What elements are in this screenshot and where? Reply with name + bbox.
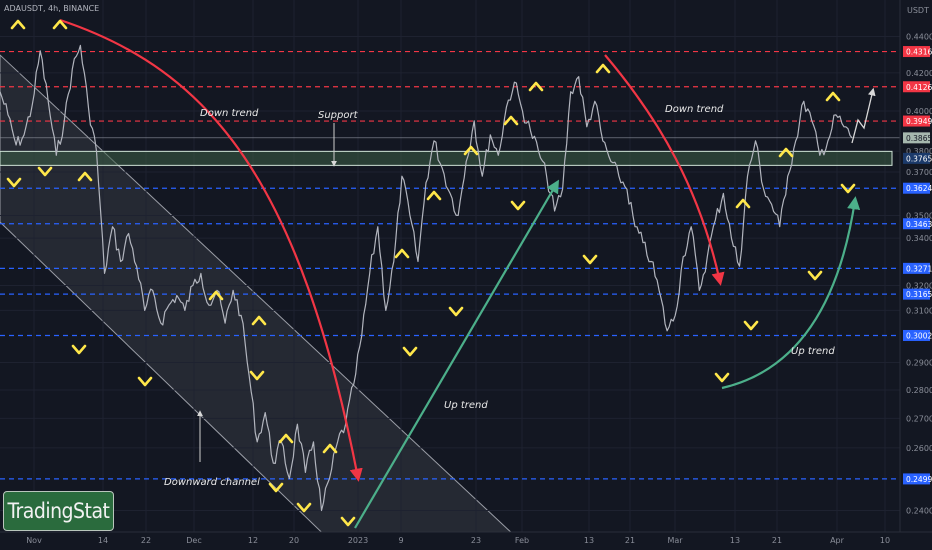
y-tick-label: 0.3400: [906, 234, 932, 243]
level-price-label: 0.3949: [906, 117, 932, 126]
x-tick-label: Apr: [830, 536, 845, 545]
x-tick-label: 13: [730, 536, 740, 545]
level-price-label: 0.3271: [906, 264, 932, 273]
swing-high-marker: [10, 19, 26, 30]
x-tick-label: 21: [625, 536, 635, 545]
x-tick-label: 22: [141, 536, 151, 545]
y-tick-label: 0.2600: [906, 444, 932, 453]
zone-price-label: 0.3765: [906, 154, 932, 163]
level-price-label: 0.3463: [906, 220, 932, 229]
x-tick-label: Feb: [515, 536, 529, 545]
x-tick-label: Dec: [186, 536, 201, 545]
swing-high-marker: [595, 63, 611, 74]
level-price-label: 0.4126: [906, 83, 932, 92]
y-tick-label: 0.4000: [906, 107, 932, 116]
level-price-label: 0.2499: [906, 475, 932, 484]
annotation-down-trend-2: Down trend: [665, 104, 724, 115]
annotation-up-trend-1: Up trend: [444, 400, 488, 411]
annotation-up-trend-2: Up trend: [791, 346, 835, 357]
y-tick-label: 0.2700: [906, 414, 932, 423]
price-chart[interactable]: Down trend Support Down trend Up trend U…: [0, 0, 932, 550]
y-tick-label: 0.4400: [906, 32, 932, 41]
x-tick-label: Nov: [26, 536, 42, 545]
down-trend-arrow-2: [604, 54, 725, 286]
axis-unit-label: USDT: [907, 6, 929, 15]
y-tick-label: 0.4200: [906, 69, 932, 78]
level-price-label: 0.4316: [906, 48, 932, 57]
swing-high-marker: [503, 115, 519, 126]
level-price-label: 0.3624: [906, 184, 932, 193]
y-tick-label: 0.3700: [906, 168, 932, 177]
x-tick-label: 9: [398, 536, 403, 545]
x-tick-label: 21: [772, 536, 782, 545]
x-tick-label: 13: [584, 536, 594, 545]
swing-low-marker: [402, 346, 418, 357]
annotation-support: Support: [318, 110, 359, 121]
x-tick-label: Mar: [667, 536, 683, 545]
up-trend-arrow-1: [354, 179, 560, 529]
x-tick-label: 12: [248, 536, 258, 545]
time-axis[interactable]: [0, 532, 932, 550]
level-price-label: 0.3165: [906, 290, 932, 299]
current-price-label: 0.3865: [906, 134, 932, 143]
y-tick-label: 0.2800: [906, 386, 932, 395]
level-price-label: 0.3002: [906, 331, 932, 340]
swing-low-marker: [714, 372, 730, 383]
symbol-legend: ADAUSDT, 4h, BINANCE: [4, 4, 100, 13]
annotation-down-trend-1: Down trend: [200, 108, 259, 119]
swing-low-marker: [743, 320, 759, 331]
y-tick-label: 0.2400: [906, 507, 932, 516]
y-tick-label: 0.2900: [906, 359, 932, 368]
x-tick-label: 10: [880, 536, 890, 545]
x-tick-label: 23: [471, 536, 481, 545]
x-tick-label: 2023: [348, 536, 368, 545]
swing-low-marker: [137, 376, 153, 387]
swing-high-marker: [426, 190, 442, 201]
brand-logo: TradingStat: [3, 491, 114, 531]
annotation-downward-channel: Downward channel: [164, 477, 260, 488]
swing-high-marker: [735, 198, 751, 209]
chart-window: Down trend Support Down trend Up trend U…: [0, 0, 932, 550]
swing-low-marker: [71, 344, 87, 355]
x-tick-label: 20: [289, 536, 299, 545]
swing-low-marker: [582, 254, 598, 265]
swing-low-marker: [448, 306, 464, 317]
swing-high-marker: [394, 248, 410, 259]
x-tick-label: 14: [98, 536, 108, 545]
projection-arrow: [851, 87, 876, 144]
y-tick-label: 0.3100: [906, 306, 932, 315]
downward-channel: [0, 54, 531, 550]
swing-low-marker: [807, 270, 823, 281]
